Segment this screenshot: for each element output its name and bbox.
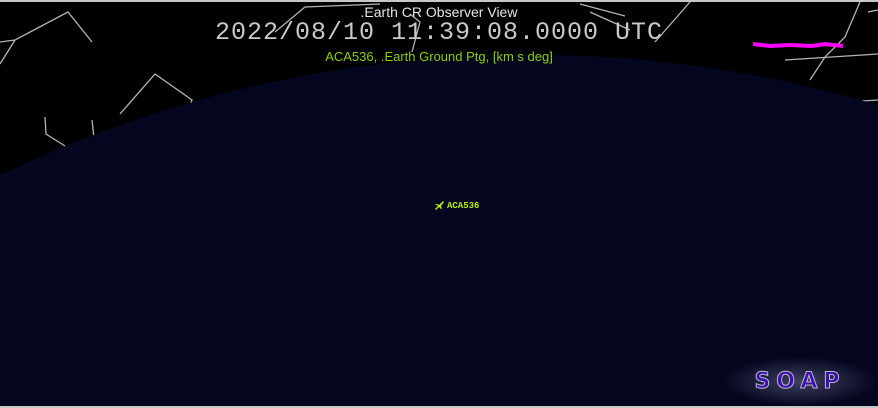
timestamp: 2022/08/10 11:39:08.0000 UTC [214,18,664,47]
soap-logo: SOAP [722,357,878,406]
logo-text: SOAP [754,369,846,395]
subtitle: ACA536, .Earth Ground Ptg, [km s deg] [325,49,553,64]
observer-view[interactable]: .Earth CR Observer View 2022/08/10 11:39… [0,0,878,408]
aircraft-marker[interactable]: ACA536 [434,200,479,211]
aircraft-label: ACA536 [447,200,480,211]
earth-disk [0,54,878,406]
airplane-icon [435,201,444,210]
